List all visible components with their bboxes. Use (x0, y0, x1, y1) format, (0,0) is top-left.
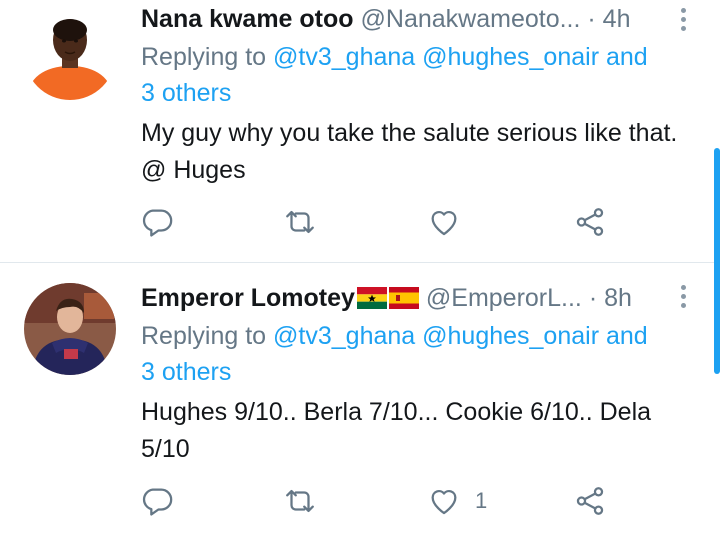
replying-to: Replying to @tv3_ghana @hughes_onair and… (141, 39, 700, 111)
replying-prefix: Replying to (141, 322, 267, 350)
share-icon (576, 208, 604, 236)
reply-icon (142, 488, 173, 516)
action-bar: 1 (0, 483, 720, 519)
more-icon[interactable] (680, 8, 688, 35)
timestamp[interactable]: 4h (603, 5, 631, 33)
user-handle[interactable]: @EmperorL... (426, 284, 582, 312)
separator: · (587, 5, 596, 33)
scrollbar-thumb[interactable] (714, 148, 720, 374)
like-icon (431, 211, 457, 236)
replying-links[interactable]: @tv3_ghana @hughes_onair and (273, 322, 648, 350)
tweet-header: Nana kwame otoo @Nanakwameoto... · 4h (141, 2, 668, 36)
avatar[interactable] (24, 8, 116, 100)
tweet-text: Hughes 9/10.. Berla 7/10... Cookie 6/10.… (141, 398, 652, 463)
action-bar (0, 204, 720, 240)
share-icon (576, 487, 604, 515)
replying-others-link[interactable]: 3 others (141, 358, 231, 386)
display-name[interactable]: Nana kwame otoo (141, 5, 354, 33)
ghana-flag (356, 287, 387, 309)
tweet-header: Emperor Lomotey @EmperorL... · 8h (141, 281, 668, 315)
like-count: 1 (475, 488, 488, 513)
avatar[interactable] (24, 283, 116, 375)
like-button[interactable]: 1 (427, 483, 487, 519)
timestamp[interactable]: 8h (604, 284, 632, 312)
tweet[interactable]: Emperor Lomotey @EmperorL... · 8h Replyi… (0, 263, 720, 542)
reply-icon (142, 209, 173, 237)
separator: · (588, 284, 598, 312)
retweet-icon (286, 489, 314, 513)
replying-links[interactable]: @tv3_ghana @hughes_onair and (273, 43, 648, 71)
replying-prefix: Replying to (141, 43, 267, 71)
retweet-icon (286, 210, 314, 234)
tweet-text: My guy why you take the salute serious l… (141, 119, 678, 184)
more-icon[interactable] (680, 285, 688, 312)
tweet[interactable]: Nana kwame otoo @Nanakwameoto... · 4h Re… (0, 0, 720, 262)
user-handle[interactable]: @Nanakwameoto... (361, 5, 581, 33)
reply-button[interactable] (140, 204, 174, 240)
retweet-button[interactable] (282, 204, 318, 240)
replying-others-link[interactable]: 3 others (141, 79, 231, 107)
share-button[interactable] (573, 204, 607, 240)
like-icon (431, 490, 457, 515)
replying-to: Replying to @tv3_ghana @hughes_onair and… (141, 318, 700, 390)
display-name[interactable]: Emperor Lomotey (141, 284, 355, 312)
share-button[interactable] (573, 483, 607, 519)
spain-flag (388, 287, 419, 309)
retweet-button[interactable] (282, 483, 318, 519)
reply-button[interactable] (140, 483, 174, 519)
like-button[interactable] (427, 204, 475, 240)
